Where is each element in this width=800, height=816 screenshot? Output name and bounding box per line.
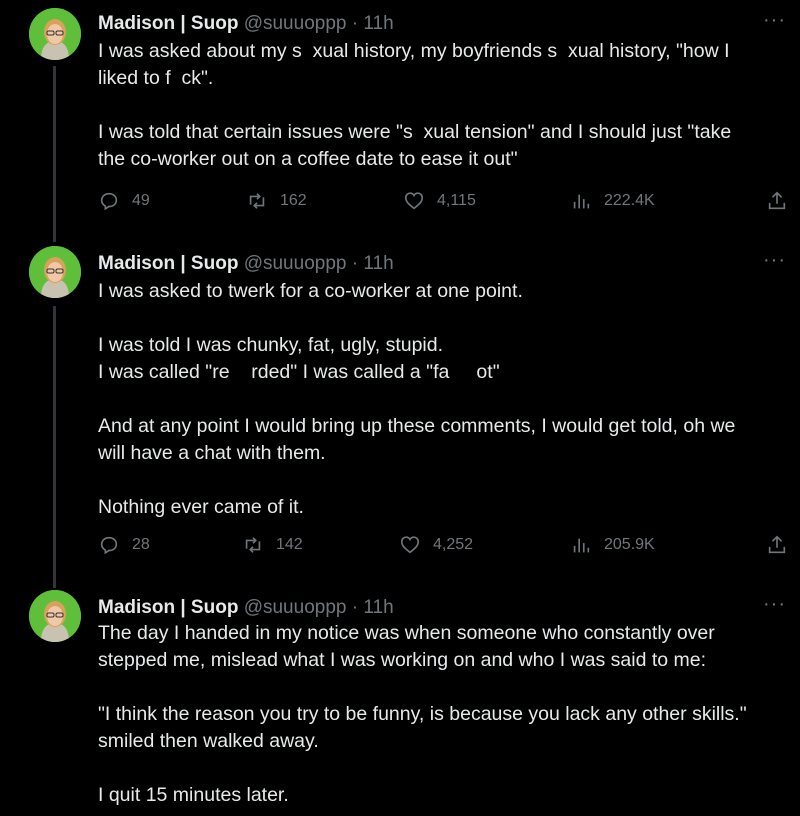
author-handle-time[interactable]: @suuuoppp · 11h (244, 253, 394, 274)
share-icon (768, 535, 786, 554)
like-count: 4,252 (433, 536, 474, 553)
text-line: smiled then walked away. (98, 730, 319, 752)
avatar[interactable] (29, 246, 81, 298)
views-button[interactable]: 222.4K (570, 190, 655, 212)
more-icon[interactable]: ··· (763, 594, 786, 614)
text-line: Nothing ever came of it. (98, 496, 304, 518)
author-name[interactable]: Madison | Suop (98, 253, 238, 274)
like-count: 4,115 (437, 192, 476, 209)
share-button[interactable] (766, 190, 788, 217)
author-handle-time[interactable]: @suuuoppp · 11h (244, 597, 394, 618)
more-icon[interactable]: ··· (763, 250, 786, 270)
text-line: And at any point I would bring up these … (98, 415, 736, 437)
repost-icon (249, 193, 265, 209)
tweet[interactable]: Madison | Suop @suuuoppp · 11h ··· I was… (0, 244, 800, 574)
text-line: I was told I was chunky, fat, ugly, stup… (98, 334, 444, 356)
text-line: I was told that certain issues were "s x… (98, 121, 732, 143)
repost-count: 142 (276, 536, 303, 553)
text-line: I was called "re rded" I was called a "f… (98, 361, 500, 383)
tweet-text: I was asked about my s xual history, my … (98, 38, 788, 173)
tweet-header: Madison | Suop @suuuoppp · 11h (98, 12, 394, 36)
action-bar: 49 162 4,115 222.4K (98, 190, 788, 216)
reply-icon (100, 192, 118, 211)
text-line: I quit 15 minutes later. (98, 784, 289, 806)
like-icon (400, 536, 420, 554)
text-line: I was asked about my s xual history, my … (98, 40, 730, 62)
avatar[interactable] (29, 8, 81, 60)
tweet-header: Madison | Suop @suuuoppp · 11h (98, 596, 394, 620)
thread: Madison | Suop @suuuoppp · 11h ··· I was… (0, 0, 800, 816)
views-count: 222.4K (604, 192, 655, 209)
reply-count: 49 (132, 192, 150, 209)
text-line: "I think the reason you try to be funny,… (98, 703, 747, 725)
tweet-text: I was asked to twerk for a co-worker at … (98, 278, 788, 521)
views-icon (573, 194, 590, 209)
avatar[interactable] (29, 590, 81, 642)
repost-button[interactable]: 142 (242, 534, 303, 556)
repost-button[interactable]: 162 (246, 190, 307, 212)
text-line: the co-worker out on a coffee date to ea… (98, 148, 518, 170)
views-icon (573, 538, 590, 553)
reply-button[interactable]: 28 (98, 534, 150, 556)
repost-icon (245, 537, 261, 553)
share-button[interactable] (766, 534, 788, 561)
like-icon (404, 192, 424, 210)
repost-count: 162 (280, 192, 307, 209)
more-icon[interactable]: ··· (763, 10, 786, 30)
author-name[interactable]: Madison | Suop (98, 13, 238, 34)
tweet[interactable]: Madison | Suop @suuuoppp · 11h ··· The d… (0, 588, 800, 816)
text-line: will have a chat with them. (98, 442, 326, 464)
text-line: stepped me, mislead what I was working o… (98, 649, 707, 671)
like-button[interactable]: 4,115 (403, 190, 476, 212)
reply-count: 28 (132, 536, 150, 553)
author-handle-time[interactable]: @suuuoppp · 11h (244, 13, 394, 34)
views-button[interactable]: 205.9K (570, 534, 655, 556)
author-name[interactable]: Madison | Suop (98, 597, 238, 618)
reply-button[interactable]: 49 (98, 190, 150, 212)
text-line: I was asked to twerk for a co-worker at … (98, 280, 523, 302)
like-button[interactable]: 4,252 (399, 534, 473, 556)
action-bar: 28 142 4,252 205.9K (98, 534, 788, 560)
text-line: liked to f ck". (98, 67, 214, 89)
tweet[interactable]: Madison | Suop @suuuoppp · 11h ··· I was… (0, 4, 800, 234)
views-count: 205.9K (604, 536, 655, 553)
tweet-header: Madison | Suop @suuuoppp · 11h (98, 252, 394, 276)
tweet-text: The day I handed in my notice was when s… (98, 620, 788, 809)
reply-icon (100, 536, 118, 555)
share-icon (768, 191, 786, 210)
text-line: The day I handed in my notice was when s… (98, 622, 715, 644)
